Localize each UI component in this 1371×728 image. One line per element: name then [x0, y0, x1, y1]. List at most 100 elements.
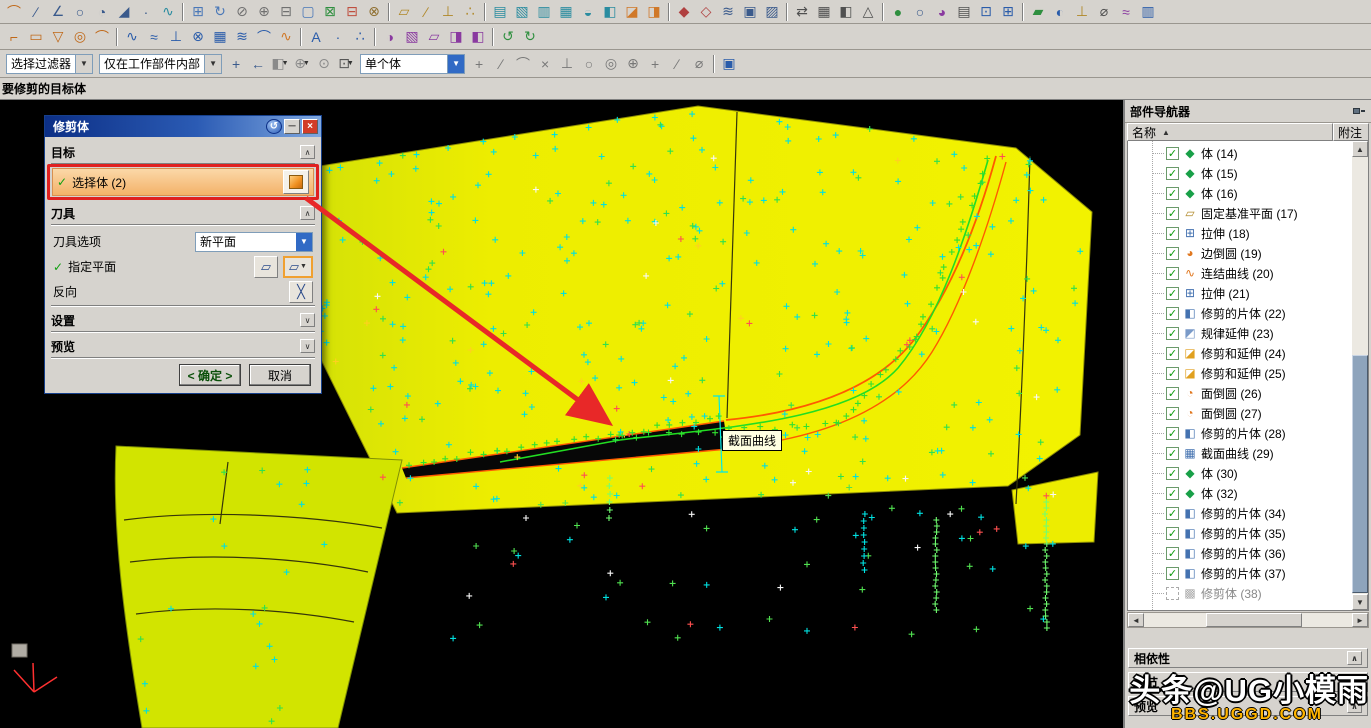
snap-preference-icon[interactable]: ⊙: [313, 54, 335, 74]
patch-icon[interactable]: ▨: [761, 2, 783, 22]
unite-icon[interactable]: ⊠: [319, 2, 341, 22]
sew-icon[interactable]: ≋: [717, 2, 739, 22]
assembly-preference-icon[interactable]: ⊕▼: [291, 54, 313, 74]
nav-item[interactable]: ✓▦截面曲线 (29): [1128, 443, 1352, 463]
point-curve-icon[interactable]: ·: [327, 27, 349, 47]
scrollbar-thumb[interactable]: [1352, 355, 1368, 593]
nav-item[interactable]: ✓◆体 (14): [1128, 143, 1352, 163]
point-set-curve-icon[interactable]: ∴: [349, 27, 371, 47]
orientation-triad[interactable]: [12, 644, 57, 692]
snap-intersection-icon[interactable]: ∕: [666, 54, 688, 74]
swept-icon[interactable]: ▧: [511, 2, 533, 22]
checkbox-icon[interactable]: ✓: [1166, 207, 1179, 220]
scrollbar-thumb[interactable]: [1206, 613, 1302, 627]
revolve-icon[interactable]: ↻: [209, 2, 231, 22]
checkbox-icon[interactable]: ✓: [1166, 327, 1179, 340]
extrude-icon[interactable]: ⊞: [187, 2, 209, 22]
nav-horizontal-scrollbar[interactable]: ◄ ►: [1127, 612, 1369, 628]
checkbox-icon[interactable]: ✓: [1166, 567, 1179, 580]
fit-curve-icon[interactable]: ≈: [143, 27, 165, 47]
polygon-icon[interactable]: ▽: [47, 27, 69, 47]
section-curve-icon[interactable]: ▦: [209, 27, 231, 47]
solid-preference-icon[interactable]: ◧▼: [269, 54, 291, 74]
column-header-note[interactable]: 附注: [1333, 123, 1369, 141]
nav-vertical-scrollbar[interactable]: ▲ ▼: [1352, 141, 1368, 610]
layer-settings-icon[interactable]: ▤: [953, 2, 975, 22]
dialog-reset-button[interactable]: ↺: [266, 119, 282, 134]
scroll-right-icon[interactable]: ►: [1352, 613, 1368, 627]
chevron-up-icon[interactable]: ∧: [300, 145, 315, 159]
checkbox-icon[interactable]: ✓: [1166, 247, 1179, 260]
information-icon[interactable]: ▥: [1137, 2, 1159, 22]
mirror-feature-icon[interactable]: ◧: [835, 2, 857, 22]
rib-icon[interactable]: ⊟: [275, 2, 297, 22]
nav-item[interactable]: ✓◧修剪的片体 (22): [1128, 303, 1352, 323]
conic-icon[interactable]: ⌒: [91, 27, 113, 47]
chevron-up-icon[interactable]: ∧: [300, 206, 315, 220]
checkbox-icon[interactable]: ✓: [1166, 167, 1179, 180]
rectangle-select-icon[interactable]: ⊡▼: [335, 54, 357, 74]
scroll-down-icon[interactable]: ▼: [1352, 594, 1368, 610]
extend-sheet-icon[interactable]: ◨: [643, 2, 665, 22]
arc-icon[interactable]: ∠: [47, 2, 69, 22]
circle-icon[interactable]: ○: [69, 2, 91, 22]
plane-type-button[interactable]: ▱▼: [283, 256, 313, 278]
selection-type-combo[interactable]: 单个体 ▼: [360, 54, 465, 74]
select-body-row[interactable]: ✓ 选择体 (2): [52, 168, 314, 196]
hole-icon[interactable]: ⊘: [231, 2, 253, 22]
studio-render-icon[interactable]: ◕: [931, 2, 953, 22]
intersection-curve-icon[interactable]: ⊗: [187, 27, 209, 47]
chevron-down-icon[interactable]: ∨: [300, 313, 315, 327]
studio-surface-icon[interactable]: ◑: [379, 27, 401, 47]
checkbox-icon[interactable]: ✓: [1166, 427, 1179, 440]
selection-filter-combo[interactable]: 选择过滤器 ▼: [6, 54, 93, 74]
selection-scope-combo[interactable]: 仅在工作部件内部 ▼: [99, 54, 222, 74]
chevron-down-icon[interactable]: ▼: [75, 55, 92, 73]
datum-plane-icon[interactable]: ▱: [393, 2, 415, 22]
snap-center-icon[interactable]: ○: [578, 54, 600, 74]
nav-item[interactable]: ✓◧修剪的片体 (35): [1128, 523, 1352, 543]
project-curve-icon[interactable]: ⊥: [165, 27, 187, 47]
checkbox-icon[interactable]: ✓: [1166, 367, 1179, 380]
offset-surface-2-icon[interactable]: ◧: [467, 27, 489, 47]
nav-item[interactable]: ▩修剪体 (38): [1128, 583, 1352, 603]
snap-line-icon[interactable]: ∕: [490, 54, 512, 74]
scroll-left-icon[interactable]: ◄: [1128, 613, 1144, 627]
analysis-icon[interactable]: ≈: [1115, 2, 1137, 22]
chevron-up-icon[interactable]: ∧: [1347, 651, 1362, 665]
subtract-icon[interactable]: ⊟: [341, 2, 363, 22]
nav-item[interactable]: ✓⊞拉伸 (18): [1128, 223, 1352, 243]
ellipse-icon[interactable]: ◎: [69, 27, 91, 47]
nav-item[interactable]: ✓▱固定基准平面 (17): [1128, 203, 1352, 223]
nav-item[interactable]: ✓◧修剪的片体 (36): [1128, 543, 1352, 563]
nav-item[interactable]: ✓◧修剪的片体 (34): [1128, 503, 1352, 523]
checkbox-icon[interactable]: ✓: [1166, 147, 1179, 160]
model-lower-left-surface[interactable]: [115, 446, 402, 728]
nav-subpanel[interactable]: 预览∧: [1128, 696, 1368, 716]
art-spline-icon[interactable]: ∿: [121, 27, 143, 47]
swept-surface-icon[interactable]: ▧: [401, 27, 423, 47]
extension-surface-icon[interactable]: ◨: [445, 27, 467, 47]
nav-item[interactable]: ✓∿连结曲线 (20): [1128, 263, 1352, 283]
fillet-icon[interactable]: ◔: [91, 2, 113, 22]
type-filter-icon[interactable]: +: [225, 54, 247, 74]
chevron-down-icon[interactable]: ▼: [296, 233, 312, 251]
boss-icon[interactable]: ⊕: [253, 2, 275, 22]
rectangle-icon[interactable]: ▭: [25, 27, 47, 47]
checkbox-icon[interactable]: ✓: [1166, 227, 1179, 240]
select-back-icon[interactable]: ←: [247, 54, 269, 74]
snap-arc-icon[interactable]: ⌒: [512, 54, 534, 74]
move-object-icon[interactable]: ⇄: [791, 2, 813, 22]
join-curve-icon[interactable]: ∿: [275, 27, 297, 47]
chevron-down-icon[interactable]: ▼: [204, 55, 221, 73]
snap-face-icon[interactable]: ⌀: [688, 54, 710, 74]
nav-item[interactable]: ✓◔面倒圆 (26): [1128, 383, 1352, 403]
measure-icon[interactable]: ⌀: [1093, 2, 1115, 22]
tool-option-combo[interactable]: 新平面 ▼: [195, 232, 313, 252]
shell-icon[interactable]: ▢: [297, 2, 319, 22]
intersect-icon[interactable]: ⊗: [363, 2, 385, 22]
object-display-icon[interactable]: ▰: [1027, 2, 1049, 22]
wcs-display-icon[interactable]: ⊥: [1071, 2, 1093, 22]
snap-existing-point-icon[interactable]: +: [644, 54, 666, 74]
nav-item[interactable]: ✓◆体 (16): [1128, 183, 1352, 203]
